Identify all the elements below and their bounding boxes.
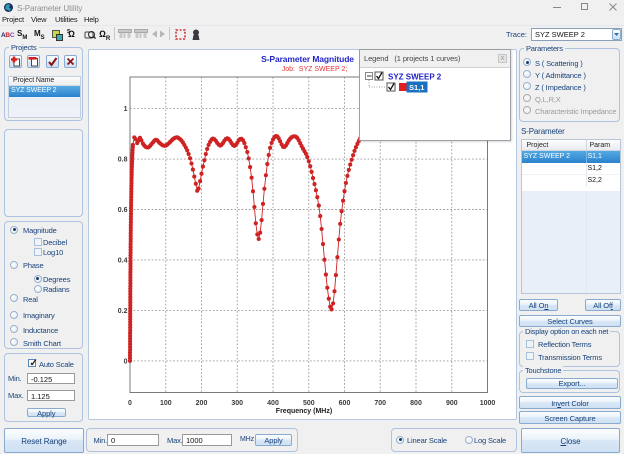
svg-text:0.2: 0.2	[118, 308, 128, 315]
svg-text:400: 400	[267, 400, 279, 407]
svg-text:600: 600	[339, 400, 351, 407]
svg-text:SYZ SWEEP 2: SYZ SWEEP 2	[388, 73, 442, 82]
svg-text:1000: 1000	[480, 400, 496, 407]
svg-text:300: 300	[231, 400, 243, 407]
svg-text:700: 700	[374, 400, 386, 407]
svg-text:100: 100	[160, 400, 172, 407]
svg-text:900: 900	[446, 400, 458, 407]
svg-text:0: 0	[128, 400, 132, 407]
svg-text:200: 200	[196, 400, 208, 407]
svg-text:0.6: 0.6	[118, 207, 128, 214]
svg-text:0.4: 0.4	[118, 257, 128, 264]
svg-text:0: 0	[124, 358, 128, 365]
svg-text:0.8: 0.8	[118, 156, 128, 163]
svg-text:1: 1	[124, 106, 128, 113]
svg-text:500: 500	[303, 400, 315, 407]
svg-text:S1,1: S1,1	[409, 83, 424, 92]
svg-text:800: 800	[410, 400, 422, 407]
